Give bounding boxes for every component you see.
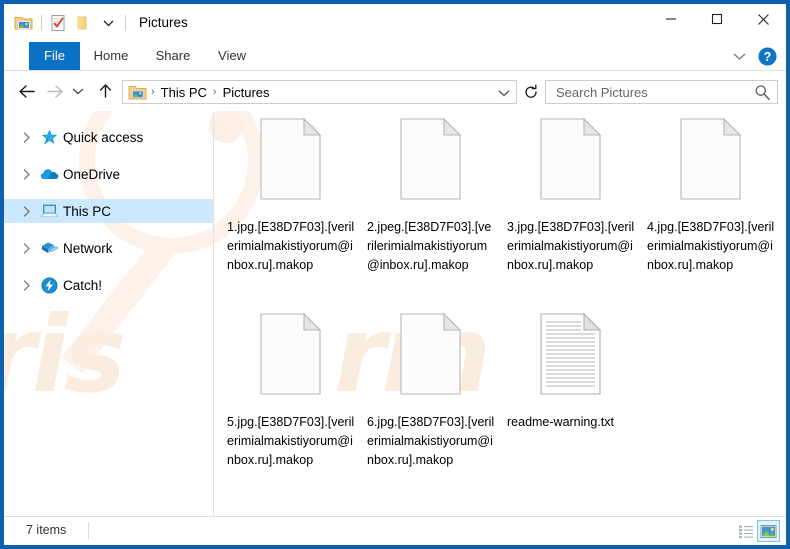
list-item[interactable]: 5.jpg.[E38D7F03].[verilerimialmakistiyor… [221,307,361,470]
catch-icon [38,276,60,294]
breadcrumb-pictures[interactable]: Pictures [221,85,272,100]
list-item[interactable]: 2.jpeg.[E38D7F03].[verilerimialmakistiyo… [361,112,501,275]
file-name: 5.jpg.[E38D7F03].[verilerimialmakistiyor… [227,415,355,467]
search-input[interactable] [554,83,748,101]
this-pc-icon [38,202,60,220]
sidebar-label-quick-access: Quick access [63,129,144,145]
network-icon [38,239,60,257]
item-count-label: 7 items [26,523,67,537]
help-icon[interactable]: ? [754,44,780,68]
file-name: 2.jpeg.[E38D7F03].[verilerimialmakistiyo… [367,220,492,272]
sidebar-item-quick-access[interactable]: Quick access [4,125,213,149]
file-name: readme-warning.txt [507,415,614,429]
address-dropdown-icon[interactable] [496,85,512,101]
qat-divider [41,15,42,31]
customize-chevron-icon[interactable] [96,11,120,35]
ribbon-right-controls: ? [726,44,780,68]
file-name: 6.jpg.[E38D7F03].[verilerimialmakistiyor… [367,415,495,467]
tab-view[interactable]: View [206,42,258,70]
tab-share[interactable]: Share [144,42,202,70]
blank-file-icon [361,307,501,413]
maximize-button[interactable] [694,4,740,34]
sidebar-label-catch: Catch! [63,277,103,293]
chevron-right-icon[interactable] [16,205,38,217]
sidebar-item-this-pc[interactable]: This PC [4,199,213,223]
star-pin-icon [38,128,60,146]
large-icons-view-button[interactable] [757,520,780,542]
list-item[interactable]: 4.jpg.[E38D7F03].[verilerimialmakistiyor… [641,112,781,275]
chevron-down-icon[interactable] [726,44,752,68]
status-bar: 7 items [4,516,786,545]
sidebar-label-network: Network [63,240,113,256]
breadcrumb-separator-2: › [212,85,217,98]
text-file-icon [501,307,641,413]
back-button[interactable] [14,78,40,104]
content-area: Quick access OneDrive This PC Network Ca… [4,112,786,517]
list-item[interactable]: 1.jpg.[E38D7F03].[verilerimialmakistiyor… [221,112,361,275]
folder-icon[interactable] [71,11,95,35]
file-explorer-window: ris rm [0,0,790,549]
quick-access-toolbar [12,10,130,36]
close-button[interactable] [740,4,786,34]
chevron-right-icon[interactable] [16,242,38,254]
breadcrumb-this-pc[interactable]: This PC [159,85,209,100]
new-folder-icon[interactable] [46,11,70,35]
svg-text:?: ? [763,50,771,64]
title-bar: Pictures [4,4,786,42]
recent-locations-button[interactable] [68,78,88,104]
details-view-button[interactable] [734,520,757,542]
sidebar-item-catch[interactable]: Catch! [4,273,213,297]
chevron-right-icon[interactable] [16,279,38,291]
file-list-view: 1.jpg.[E38D7F03].[verilerimialmakistiyor… [215,112,786,517]
list-item[interactable]: 3.jpg.[E38D7F03].[verilerimialmakistiyor… [501,112,641,275]
blank-file-icon [221,307,361,413]
window-controls [648,4,786,34]
view-mode-buttons [734,520,780,542]
file-name: 1.jpg.[E38D7F03].[verilerimialmakistiyor… [227,220,355,272]
file-name: 3.jpg.[E38D7F03].[verilerimialmakistiyor… [507,220,635,272]
pictures-folder-icon [128,84,147,101]
address-toolbar: › This PC › Pictures [4,71,786,111]
tab-file[interactable]: File [29,42,80,70]
cloud-icon [38,165,60,183]
qat-divider-2 [125,15,126,31]
blank-file-icon [361,112,501,218]
tab-home[interactable]: Home [82,42,140,70]
refresh-icon[interactable] [519,80,543,104]
blank-file-icon [641,112,781,218]
list-item[interactable]: readme-warning.txt [501,307,641,432]
sidebar-item-network[interactable]: Network [4,236,213,260]
up-button[interactable] [92,78,118,104]
sidebar-label-this-pc: This PC [63,203,112,219]
chevron-right-icon[interactable] [16,168,38,180]
file-name: 4.jpg.[E38D7F03].[verilerimialmakistiyor… [647,220,775,272]
blank-file-icon [221,112,361,218]
list-item[interactable]: 6.jpg.[E38D7F03].[verilerimialmakistiyor… [361,307,501,470]
search-box[interactable] [545,80,778,104]
status-divider [88,522,89,539]
minimize-button[interactable] [648,4,694,34]
navigation-pane: Quick access OneDrive This PC Network Ca… [4,112,214,517]
search-icon[interactable] [754,84,771,101]
chevron-right-icon[interactable] [16,131,38,143]
sidebar-item-onedrive[interactable]: OneDrive [4,162,213,186]
forward-button[interactable] [42,78,68,104]
blank-file-icon [501,112,641,218]
breadcrumb-separator-1: › [151,85,155,98]
sidebar-label-onedrive: OneDrive [63,166,121,182]
ribbon-tab-bar: File Home Share View ? [4,42,786,71]
properties-icon[interactable] [12,11,36,35]
address-bar[interactable]: › This PC › Pictures [122,80,517,104]
window-title: Pictures [139,15,188,30]
